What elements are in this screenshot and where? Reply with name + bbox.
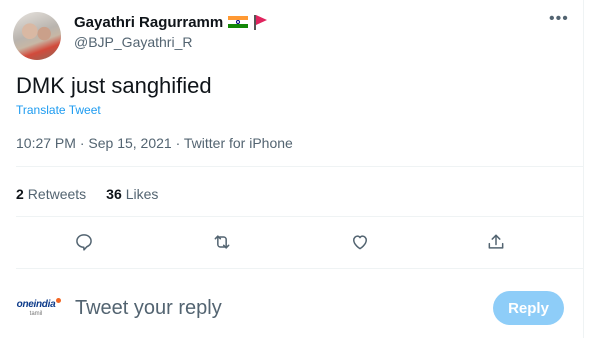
reply-avatar: oneindia tamil	[13, 292, 62, 324]
author-handle[interactable]: @BJP_Gayathri_R	[74, 34, 192, 50]
retweets-count: 2	[16, 186, 24, 202]
divider	[16, 216, 583, 217]
translate-tweet-link[interactable]: Translate Tweet	[16, 103, 101, 117]
tweet-source[interactable]: Twitter for iPhone	[184, 135, 293, 151]
pennant-icon	[253, 14, 268, 30]
tweet-stats: 2 Retweets 36 Likes	[16, 186, 158, 202]
reply-composer: oneindia tamil Tweet your reply Reply	[0, 280, 583, 338]
like-icon[interactable]	[346, 228, 374, 256]
meta-separator: ·	[175, 135, 184, 151]
tweet-time[interactable]: 10:27 PM	[16, 135, 76, 151]
author-display-name[interactable]: Gayathri Ragurramm	[74, 14, 223, 31]
india-flag-icon	[228, 16, 249, 28]
divider	[16, 166, 583, 167]
retweet-icon[interactable]	[208, 228, 236, 256]
likes-count: 36	[106, 186, 122, 202]
tweet-date[interactable]: Sep 15, 2021	[88, 135, 171, 151]
reply-avatar-sub: tamil	[29, 311, 43, 317]
divider	[16, 268, 583, 269]
tweet-card: Gayathri Ragurramm @BJP_Gayathri_R ••• D…	[0, 0, 584, 338]
author-name-row: Gayathri Ragurramm	[74, 13, 268, 31]
tweet-meta: 10:27 PM · Sep 15, 2021 · Twitter for iP…	[16, 135, 293, 151]
more-icon[interactable]: •••	[549, 10, 569, 28]
brand-dot	[56, 298, 62, 303]
likes-stat[interactable]: 36 Likes	[106, 186, 158, 202]
likes-label: Likes	[125, 186, 159, 202]
reply-input[interactable]: Tweet your reply	[75, 297, 222, 320]
share-icon[interactable]	[482, 228, 510, 256]
retweets-label: Retweets	[27, 186, 87, 202]
reply-button[interactable]: Reply	[493, 291, 564, 325]
reply-icon[interactable]	[70, 228, 98, 256]
tweet-actions	[0, 228, 583, 256]
author-avatar[interactable]	[13, 12, 61, 60]
tweet-text: DMK just sanghified	[16, 73, 212, 98]
reply-avatar-brand: oneindia	[16, 298, 62, 310]
retweets-stat[interactable]: 2 Retweets	[16, 186, 86, 202]
reply-avatar-brand-text: oneindia	[16, 299, 56, 310]
